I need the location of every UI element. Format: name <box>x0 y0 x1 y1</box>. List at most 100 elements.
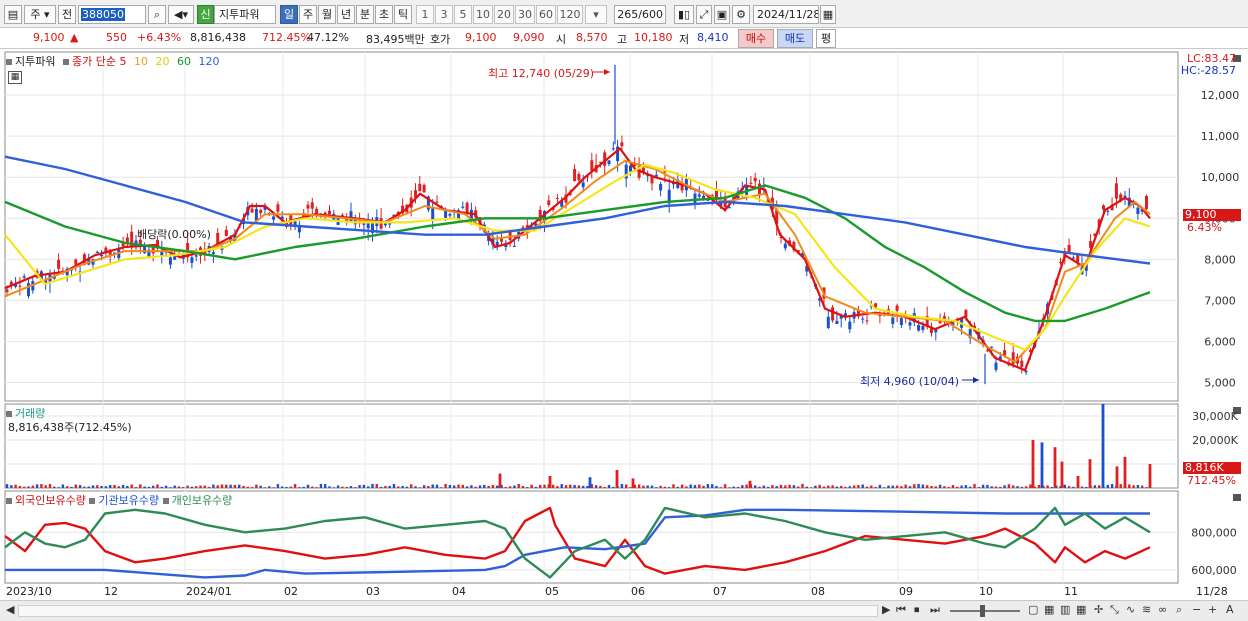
layout-icon[interactable]: ▢ <box>1028 603 1038 616</box>
volume-bar <box>861 484 864 488</box>
volume-spike-bar <box>1053 447 1057 488</box>
volume-bar <box>835 486 839 488</box>
volume-bar <box>293 484 297 488</box>
horizontal-scrollbar[interactable] <box>18 605 878 617</box>
y-tick-label: 20,000K <box>1192 434 1238 447</box>
candle-body <box>173 256 177 260</box>
candle-body <box>5 289 9 293</box>
volume-bar <box>586 485 589 488</box>
zoom-search-icon[interactable]: ⌕ <box>1176 603 1182 617</box>
volume-bar <box>921 484 925 488</box>
volume-bar <box>91 485 95 488</box>
volume-bar <box>715 485 718 488</box>
volume-bar <box>319 483 323 488</box>
volume-bar <box>887 485 890 488</box>
volume-bar <box>964 485 968 488</box>
zoom-in-icon[interactable]: + <box>1208 603 1217 616</box>
legend-close-simple[interactable]: 종가 단순 <box>72 55 116 68</box>
volume-bar <box>1098 485 1101 488</box>
volume-bar <box>10 485 13 488</box>
volume-bar <box>341 486 344 488</box>
zoom-slider-handle[interactable] <box>980 605 985 617</box>
wave-icon[interactable]: ∿ <box>1126 603 1135 616</box>
volume-bar <box>164 485 168 488</box>
volume-bar <box>53 486 56 488</box>
calculator-icon[interactable]: ▦ <box>8 71 22 84</box>
candle-body <box>1071 257 1075 259</box>
zoom-out-icon[interactable]: − <box>1192 603 1201 616</box>
y-tick-label: 600,000 <box>1191 564 1237 577</box>
stop-icon[interactable]: ⏹ <box>914 603 920 617</box>
volume-spike-bar <box>1076 476 1080 488</box>
volume-bar <box>599 485 602 488</box>
legend-institution[interactable]: 기관보유수량 <box>98 494 159 507</box>
candle-body <box>861 318 865 320</box>
volume-bar <box>31 485 34 488</box>
volume-bar <box>229 484 232 488</box>
volume-bar <box>508 486 512 488</box>
volume-bar <box>668 487 671 488</box>
candle-body <box>272 216 276 220</box>
trend-icon[interactable]: ⤡ <box>1110 603 1119 617</box>
price-chart[interactable]: 5,0006,0007,0008,0009,00010,00011,00012,… <box>0 0 1248 621</box>
candle-body <box>848 321 852 330</box>
volume-bar <box>354 487 357 488</box>
volume-bar <box>401 485 404 488</box>
hc-label: HC:-28.57 <box>1180 64 1236 77</box>
candle-body <box>224 229 228 236</box>
x-tick-label: 2023/10 <box>6 585 52 598</box>
y-tick-label: 10,000 <box>1201 171 1240 184</box>
split-icon[interactable]: ▥ <box>1060 603 1070 616</box>
scroll-left-icon[interactable]: ◀ <box>6 603 14 616</box>
font-size-icon[interactable]: A <box>1226 603 1234 616</box>
volume-bar <box>78 485 82 488</box>
volume-bar <box>74 484 77 488</box>
x-tick-label: 07 <box>713 585 727 598</box>
volume-bar <box>629 487 632 488</box>
y-tick-label: 5,000 <box>1204 377 1236 390</box>
cross-icon[interactable]: ✢ <box>1094 603 1103 616</box>
fib-icon[interactable]: ≋ <box>1142 603 1151 616</box>
legend-stock-name[interactable]: 지투파워 <box>15 55 55 68</box>
volume-bar <box>766 486 770 488</box>
volume-bar <box>977 487 980 488</box>
volume-bar <box>637 484 641 488</box>
scroll-right-icon[interactable]: ▶ <box>882 603 890 616</box>
volume-bar <box>14 484 17 488</box>
volume-bar <box>594 485 598 488</box>
price-legend: 지투파워 종가 단순 5 10 20 60 120 <box>6 53 219 69</box>
volume-bar <box>689 484 692 488</box>
volume-bar <box>66 486 69 488</box>
volume-bar <box>551 484 555 488</box>
volume-bar <box>121 484 125 488</box>
candle-body <box>835 320 839 325</box>
volume-bar <box>109 485 112 488</box>
volume-bar <box>358 485 361 488</box>
link-icon[interactable]: ∞ <box>1158 603 1167 616</box>
x-tick-label: 11 <box>1064 585 1078 598</box>
volume-bar <box>711 484 714 488</box>
x-tick-label: 09 <box>899 585 913 598</box>
zoom-slider[interactable] <box>950 610 1020 612</box>
chart-icon[interactable]: ▦ <box>1076 603 1086 616</box>
last-icon[interactable]: ⏭ <box>930 603 940 617</box>
legend-foreign[interactable]: 외국인보유수량 <box>15 494 86 507</box>
volume-bar <box>986 484 989 488</box>
volume-bar <box>328 486 331 488</box>
volume-bar <box>397 486 400 488</box>
x-tick-label: 06 <box>631 585 645 598</box>
candle-body <box>547 200 551 205</box>
volume-spike-bar <box>631 478 635 488</box>
volume-bar <box>225 484 228 488</box>
volume-bar <box>1024 486 1028 488</box>
grid-icon[interactable]: ▦ <box>1044 603 1054 616</box>
first-icon[interactable]: ⏮ <box>896 603 906 617</box>
volume-bar <box>27 486 30 488</box>
volume-bar <box>182 487 185 488</box>
volume-bar <box>504 487 507 488</box>
legend-individual[interactable]: 개인보유수량 <box>172 494 233 507</box>
candle-body <box>826 316 830 328</box>
panel-frame-2 <box>4 403 1179 489</box>
volume-bar <box>1003 485 1006 488</box>
volume-bar <box>444 483 447 488</box>
